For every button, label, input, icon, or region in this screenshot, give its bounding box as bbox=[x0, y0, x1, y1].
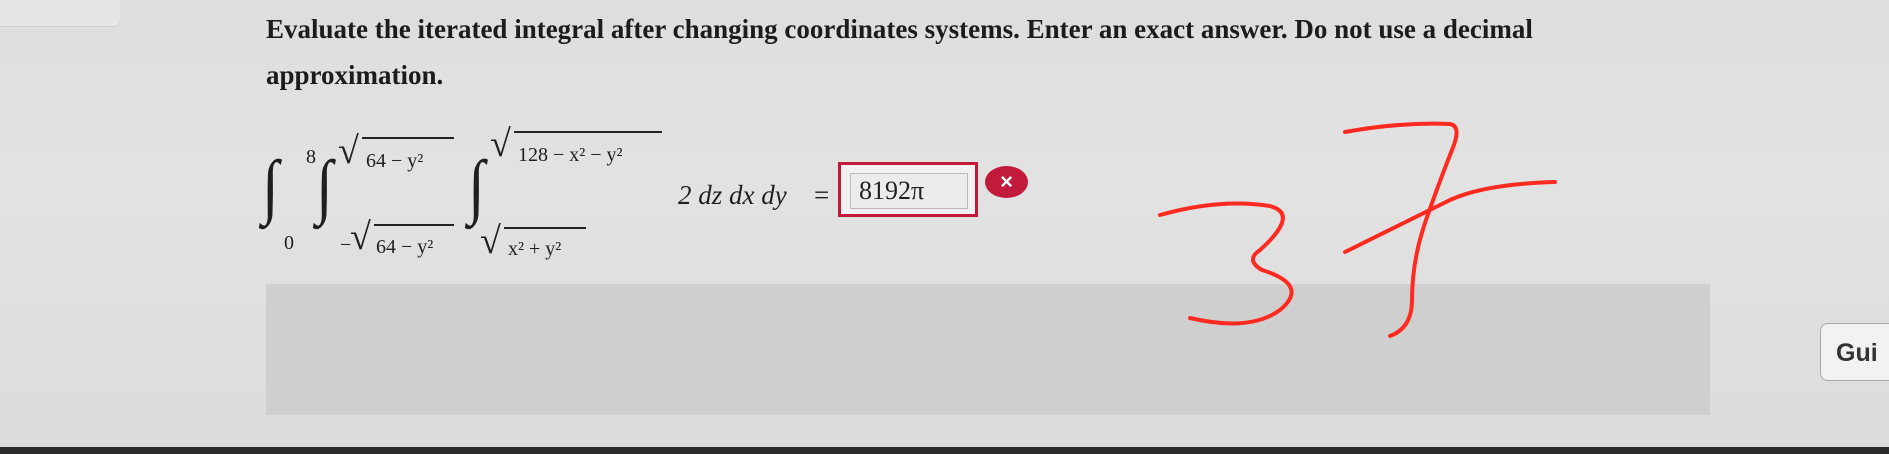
browser-tab-edge bbox=[0, 0, 120, 26]
sqrt-bar bbox=[362, 137, 454, 139]
digit-seven-crossbar bbox=[1343, 180, 1557, 254]
digit-seven-stroke bbox=[1343, 121, 1459, 338]
answer-field[interactable]: 8192π bbox=[838, 162, 978, 217]
sqrt-bar bbox=[514, 131, 662, 133]
sqrt-sign: √ bbox=[480, 220, 501, 262]
guide-button[interactable]: Gui bbox=[1820, 323, 1889, 381]
incorrect-icon: × bbox=[985, 166, 1028, 198]
sqrt-bar bbox=[504, 227, 586, 229]
sqrt-sign: √ bbox=[338, 130, 359, 172]
integral-sign-middle: ∫ bbox=[316, 146, 333, 226]
integrand: 2 dz dx dy bbox=[678, 180, 787, 210]
middle-upper-limit: 64 − y² bbox=[366, 150, 424, 172]
screen-bottom-edge bbox=[0, 447, 1889, 454]
inner-lower-limit: x² + y² bbox=[508, 238, 562, 260]
integral-sign-inner: ∫ bbox=[468, 146, 485, 226]
equals-sign: = bbox=[814, 180, 830, 210]
sqrt-sign: √ bbox=[350, 216, 371, 258]
answer-input[interactable]: 8192π bbox=[850, 173, 968, 209]
outer-lower-limit: 0 bbox=[284, 232, 294, 254]
outer-upper-limit: 8 bbox=[306, 146, 316, 168]
digit-three-stroke bbox=[1158, 201, 1294, 326]
sqrt-bar bbox=[374, 224, 454, 226]
handwritten-annotation bbox=[1158, 121, 1557, 338]
sqrt-sign: √ bbox=[490, 123, 511, 165]
question-text: Evaluate the iterated integral after cha… bbox=[266, 14, 1533, 90]
middle-lower-limit: 64 − y² bbox=[376, 236, 434, 258]
integral-sign-outer: ∫ bbox=[262, 146, 279, 226]
inner-upper-limit: 128 − x² − y² bbox=[518, 144, 623, 166]
